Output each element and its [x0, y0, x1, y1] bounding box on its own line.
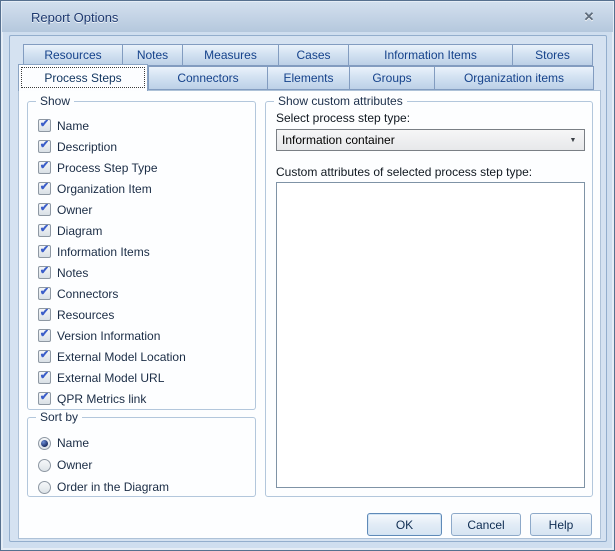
radio-selected-icon[interactable]: [38, 437, 51, 450]
checkbox-checked-icon[interactable]: ✔: [38, 350, 51, 363]
checkbox-row-name[interactable]: ✔ Name: [38, 115, 186, 136]
checkbox-checked-icon[interactable]: ✔: [38, 266, 51, 279]
checkbox-checked-icon[interactable]: ✔: [38, 371, 51, 384]
radio-label: Name: [57, 436, 89, 450]
checkbox-row-external-model-url[interactable]: ✔ External Model URL: [38, 367, 186, 388]
checkbox-label: Version Information: [57, 329, 160, 343]
show-group-title: Show: [36, 94, 74, 108]
checkbox-row-information-items[interactable]: ✔ Information Items: [38, 241, 186, 262]
tab-control-panel: Resources Notes Measures Cases Informati…: [9, 35, 607, 542]
tab-information-items[interactable]: Information Items: [349, 44, 513, 66]
checkbox-row-organization-item[interactable]: ✔ Organization Item: [38, 178, 186, 199]
titlebar: Report Options ✕: [2, 2, 613, 32]
radio-label: Owner: [57, 458, 92, 472]
tab-measures[interactable]: Measures: [183, 44, 279, 66]
checkbox-checked-icon[interactable]: ✔: [38, 140, 51, 153]
checkbox-label: External Model Location: [57, 350, 186, 364]
tab-elements[interactable]: Elements: [268, 66, 350, 90]
checkbox-label: QPR Metrics link: [57, 392, 146, 406]
checkbox-checked-icon[interactable]: ✔: [38, 392, 51, 405]
combobox-value: Information container: [277, 133, 562, 147]
radio-label: Order in the Diagram: [57, 480, 169, 494]
checkbox-row-notes[interactable]: ✔ Notes: [38, 262, 186, 283]
sort-by-group-title: Sort by: [36, 410, 82, 424]
checkbox-label: Description: [57, 140, 117, 154]
radio-row-order-in-the-diagram[interactable]: Order in the Diagram: [38, 476, 169, 498]
checkbox-checked-icon[interactable]: ✔: [38, 308, 51, 321]
dialog-title: Report Options: [2, 10, 118, 25]
radio-unselected-icon[interactable]: [38, 481, 51, 494]
sort-by-radio-list: Name Owner Order in the Diagram: [38, 432, 169, 498]
sort-by-groupbox: Sort by Name Owner Order in the Diagram: [27, 417, 256, 497]
tab-notes[interactable]: Notes: [123, 44, 183, 66]
select-process-step-type-label: Select process step type:: [276, 111, 410, 125]
tab-process-steps[interactable]: Process Steps: [18, 64, 148, 91]
checkbox-checked-icon[interactable]: ✔: [38, 329, 51, 342]
checkbox-label: Owner: [57, 203, 92, 217]
checkbox-label: Connectors: [57, 287, 118, 301]
checkbox-label: Notes: [57, 266, 88, 280]
cancel-button[interactable]: Cancel: [451, 513, 521, 536]
checkbox-checked-icon[interactable]: ✔: [38, 203, 51, 216]
checkbox-checked-icon[interactable]: ✔: [38, 245, 51, 258]
checkbox-row-description[interactable]: ✔ Description: [38, 136, 186, 157]
radio-row-name[interactable]: Name: [38, 432, 169, 454]
checkbox-row-qpr-metrics-link[interactable]: ✔ QPR Metrics link: [38, 388, 186, 409]
tab-connectors[interactable]: Connectors: [148, 66, 268, 90]
help-button[interactable]: Help: [530, 513, 592, 536]
checkbox-label: Information Items: [57, 245, 150, 259]
checkbox-label: External Model URL: [57, 371, 164, 385]
custom-attributes-listbox[interactable]: [276, 182, 585, 488]
checkbox-row-connectors[interactable]: ✔ Connectors: [38, 283, 186, 304]
show-custom-attributes-groupbox: Show custom attributes Select process st…: [265, 101, 593, 497]
radio-unselected-icon[interactable]: [38, 459, 51, 472]
checkbox-checked-icon[interactable]: ✔: [38, 287, 51, 300]
tab-stores[interactable]: Stores: [513, 44, 593, 66]
checkbox-label: Process Step Type: [57, 161, 158, 175]
checkbox-row-version-information[interactable]: ✔ Version Information: [38, 325, 186, 346]
dialog-button-row: OK Cancel Help: [367, 513, 592, 536]
checkbox-checked-icon[interactable]: ✔: [38, 119, 51, 132]
custom-attributes-list-label: Custom attributes of selected process st…: [276, 165, 532, 179]
report-options-dialog: Report Options ✕ Resources Notes Measure…: [0, 0, 615, 551]
checkbox-row-process-step-type[interactable]: ✔ Process Step Type: [38, 157, 186, 178]
ok-button[interactable]: OK: [367, 513, 442, 536]
tab-row-2: Process Steps Connectors Elements Groups…: [18, 66, 594, 90]
checkbox-label: Organization Item: [57, 182, 152, 196]
checkbox-checked-icon[interactable]: ✔: [38, 161, 51, 174]
tab-row-1: Resources Notes Measures Cases Informati…: [23, 44, 593, 66]
show-groupbox: Show ✔Name ✔Description ✔Process Step Ty…: [27, 101, 256, 410]
checkbox-row-resources[interactable]: ✔ Resources: [38, 304, 186, 325]
process-step-type-combobox[interactable]: Information container ▼: [276, 129, 585, 151]
checkbox-label: Name: [57, 119, 89, 133]
checkbox-label: Resources: [57, 308, 114, 322]
checkbox-label: Diagram: [57, 224, 102, 238]
show-checkbox-list: ✔ Name ✔ Description ✔ Process Step Type ✔ O…: [38, 115, 186, 409]
checkbox-row-diagram[interactable]: ✔ Diagram: [38, 220, 186, 241]
custom-attributes-group-title: Show custom attributes: [274, 94, 407, 108]
chevron-down-icon[interactable]: ▼: [562, 130, 584, 150]
process-steps-tab-page: Show ✔ Name ✔ Description ✔ Process Step Ty…: [18, 90, 601, 539]
close-icon[interactable]: ✕: [578, 8, 600, 26]
tab-groups[interactable]: Groups: [350, 66, 435, 90]
checkbox-row-owner[interactable]: ✔ Owner: [38, 199, 186, 220]
radio-row-owner[interactable]: Owner: [38, 454, 169, 476]
checkbox-row-external-model-location[interactable]: ✔ External Model Location: [38, 346, 186, 367]
tab-organization-items[interactable]: Organization items: [435, 66, 594, 90]
tab-cases[interactable]: Cases: [279, 44, 349, 66]
tab-resources[interactable]: Resources: [23, 44, 123, 66]
checkbox-checked-icon[interactable]: ✔: [38, 224, 51, 237]
checkbox-checked-icon[interactable]: ✔: [38, 182, 51, 195]
